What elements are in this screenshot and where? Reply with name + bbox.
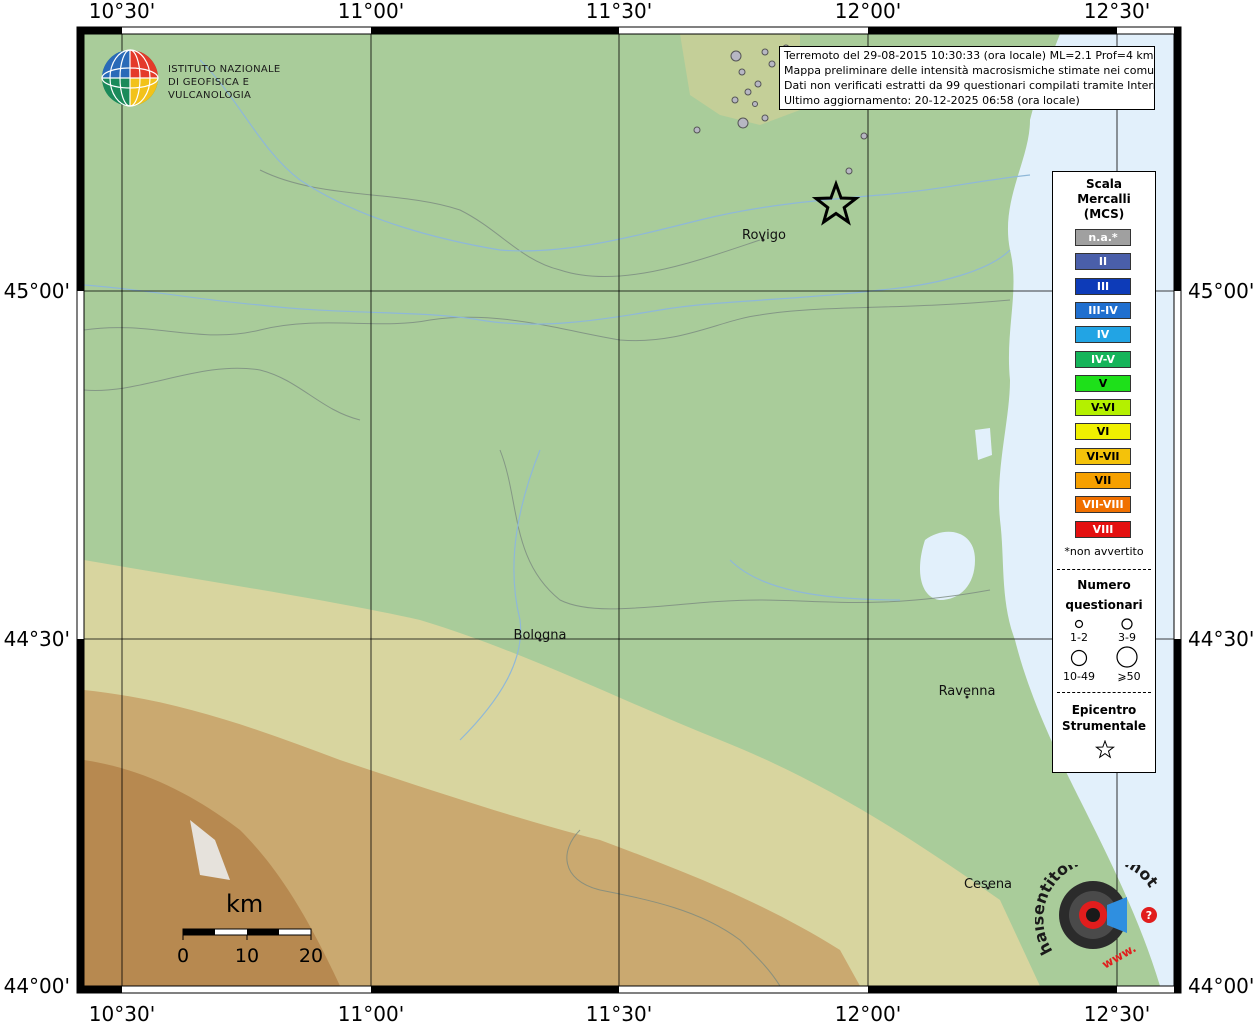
- intensity-swatch: III-IV: [1075, 301, 1131, 319]
- count-symbols: [1070, 618, 1138, 668]
- lon-label: 12°30': [1084, 0, 1150, 23]
- count-label: 10-49: [1063, 670, 1095, 683]
- count-label: 3-9: [1118, 631, 1136, 644]
- ingv-name-line2: DI GEOFISICA E VULCANOLOGIA: [168, 77, 252, 101]
- city-label-rovigo: Rovigo: [742, 228, 786, 243]
- questionnaire-point[interactable]: [752, 101, 758, 107]
- intensity-swatch: IV-V: [1075, 350, 1131, 368]
- questionnaire-point[interactable]: [738, 68, 746, 76]
- intensity-swatch: VIII: [1075, 520, 1131, 538]
- legend-count-title-1: Numero: [1077, 578, 1131, 592]
- intensity-legend: Scala Mercalli (MCS) n.a.* II III III-IV IV I…: [1052, 171, 1156, 773]
- lat-labels-right: 45°00' 44°30' 44°00': [1188, 279, 1254, 998]
- intensity-swatch: V-VI: [1075, 399, 1131, 417]
- city-label-bologna: Bologna: [514, 628, 567, 643]
- intensity-swatch: IV: [1075, 326, 1131, 344]
- intensity-swatch: VI-VII: [1075, 447, 1131, 465]
- questionnaire-point[interactable]: [860, 132, 868, 140]
- scale-unit: km: [226, 890, 264, 918]
- haisentito-logo[interactable]: ? haisentitoilterremoto.it www.: [1028, 846, 1175, 975]
- lon-label: 11°30': [586, 1002, 652, 1024]
- intensity-swatch: VII-VIII: [1075, 496, 1131, 514]
- lat-label: 44°00': [1188, 974, 1254, 998]
- legend-title-mercalli: Mercalli: [1077, 192, 1131, 206]
- intensity-swatch: VII: [1075, 472, 1131, 489]
- city-label-cesena: Cesena: [964, 877, 1012, 892]
- questionnaire-point[interactable]: [845, 167, 853, 175]
- legend-separator: [1057, 569, 1151, 570]
- legend-epicenter-title-1: Epicentro: [1071, 703, 1137, 717]
- legend-separator: [1057, 692, 1151, 693]
- questionnaire-point[interactable]: [693, 126, 701, 134]
- count-circle-icon: [1116, 646, 1138, 668]
- map-area[interactable]: [84, 34, 1174, 986]
- count-label: 1-2: [1070, 631, 1088, 644]
- lon-label: 12°30': [1084, 1002, 1150, 1024]
- data-description: Dati non verificati estratti da 99 quest…: [784, 79, 1155, 92]
- lon-label: 11°30': [586, 0, 652, 23]
- legend-title-mcs: (MCS): [1083, 207, 1125, 221]
- scale-bar-graphic: [182, 928, 312, 940]
- scale-bar: km 0 10 20: [174, 890, 334, 970]
- not-felt-note: *non avvertito: [1064, 545, 1144, 558]
- intensity-swatch: n.a.*: [1075, 229, 1131, 246]
- lat-label: 45°00': [4, 279, 70, 303]
- epicenter-star-icon: [1095, 740, 1115, 759]
- intensity-swatch: III: [1075, 277, 1131, 295]
- haisentito-target-icon: ? haisentitoilterremoto.it www.: [1028, 846, 1162, 971]
- questionnaire-point[interactable]: [754, 80, 762, 88]
- questionnaire-point[interactable]: [737, 117, 749, 129]
- city-label-ravenna: Ravenna: [939, 684, 996, 699]
- lon-labels-bottom: 10°30' 11°00' 11°30' 12°00' 12°30': [89, 1002, 1150, 1024]
- questionnaire-point[interactable]: [731, 96, 739, 104]
- lat-labels-left: 45°00' 44°30' 44°00': [4, 279, 70, 998]
- count-circle-icon: [1074, 619, 1084, 629]
- lat-label: 44°00': [4, 974, 70, 998]
- lon-label: 12°00': [835, 1002, 901, 1024]
- legend-count-title-2: questionari: [1065, 598, 1143, 612]
- legend-epicenter-title-2: Strumentale: [1061, 719, 1147, 733]
- scale-tick: 10: [234, 945, 260, 967]
- scale-tick: 20: [298, 945, 324, 967]
- count-circle-icon: [1070, 649, 1088, 667]
- lat-label: 44°30': [1188, 627, 1254, 651]
- questionnaire-point[interactable]: [761, 114, 769, 122]
- questionnaire-point[interactable]: [744, 88, 752, 96]
- lat-label: 44°30': [4, 627, 70, 651]
- lon-label: 12°00': [835, 0, 901, 23]
- event-info-box: Terremoto del 29-08-2015 10:30:33 (ora l…: [779, 46, 1155, 110]
- lon-label: 11°00': [338, 0, 404, 23]
- svg-text:?: ?: [1146, 909, 1152, 922]
- ingv-globe-icon: [101, 49, 159, 107]
- lon-labels-top: 10°30' 11°00' 11°30' 12°00' 12°30': [89, 0, 1150, 23]
- questionnaire-point[interactable]: [768, 60, 776, 68]
- ingv-logo: ISTITUTO NAZIONALE DI GEOFISICA E VULCAN…: [100, 48, 330, 110]
- lon-label: 10°30': [89, 0, 155, 23]
- questionnaire-point[interactable]: [730, 50, 742, 62]
- scale-tick: 0: [176, 945, 190, 967]
- intensity-swatch: II: [1075, 253, 1131, 271]
- intensity-swatch: VI: [1075, 423, 1131, 441]
- ingv-name-line1: ISTITUTO NAZIONALE: [168, 64, 281, 75]
- lon-label: 10°30': [89, 1002, 155, 1024]
- last-update: Ultimo aggiornamento: 20-12-2025 06:58 (…: [784, 94, 1080, 107]
- event-description: Terremoto del 29-08-2015 10:30:33 (ora l…: [784, 49, 1154, 62]
- map-description: Mappa preliminare delle intensità macros…: [784, 64, 1155, 77]
- legend-title-scala: Scala: [1085, 177, 1123, 191]
- count-circle-icon: [1121, 618, 1133, 630]
- count-label: ⩾50: [1117, 670, 1141, 683]
- questionnaire-point[interactable]: [761, 48, 769, 56]
- lon-label: 11°00': [338, 1002, 404, 1024]
- intensity-swatch: V: [1075, 374, 1131, 392]
- lat-label: 45°00': [1188, 279, 1254, 303]
- lagoon-sacca: [975, 428, 992, 460]
